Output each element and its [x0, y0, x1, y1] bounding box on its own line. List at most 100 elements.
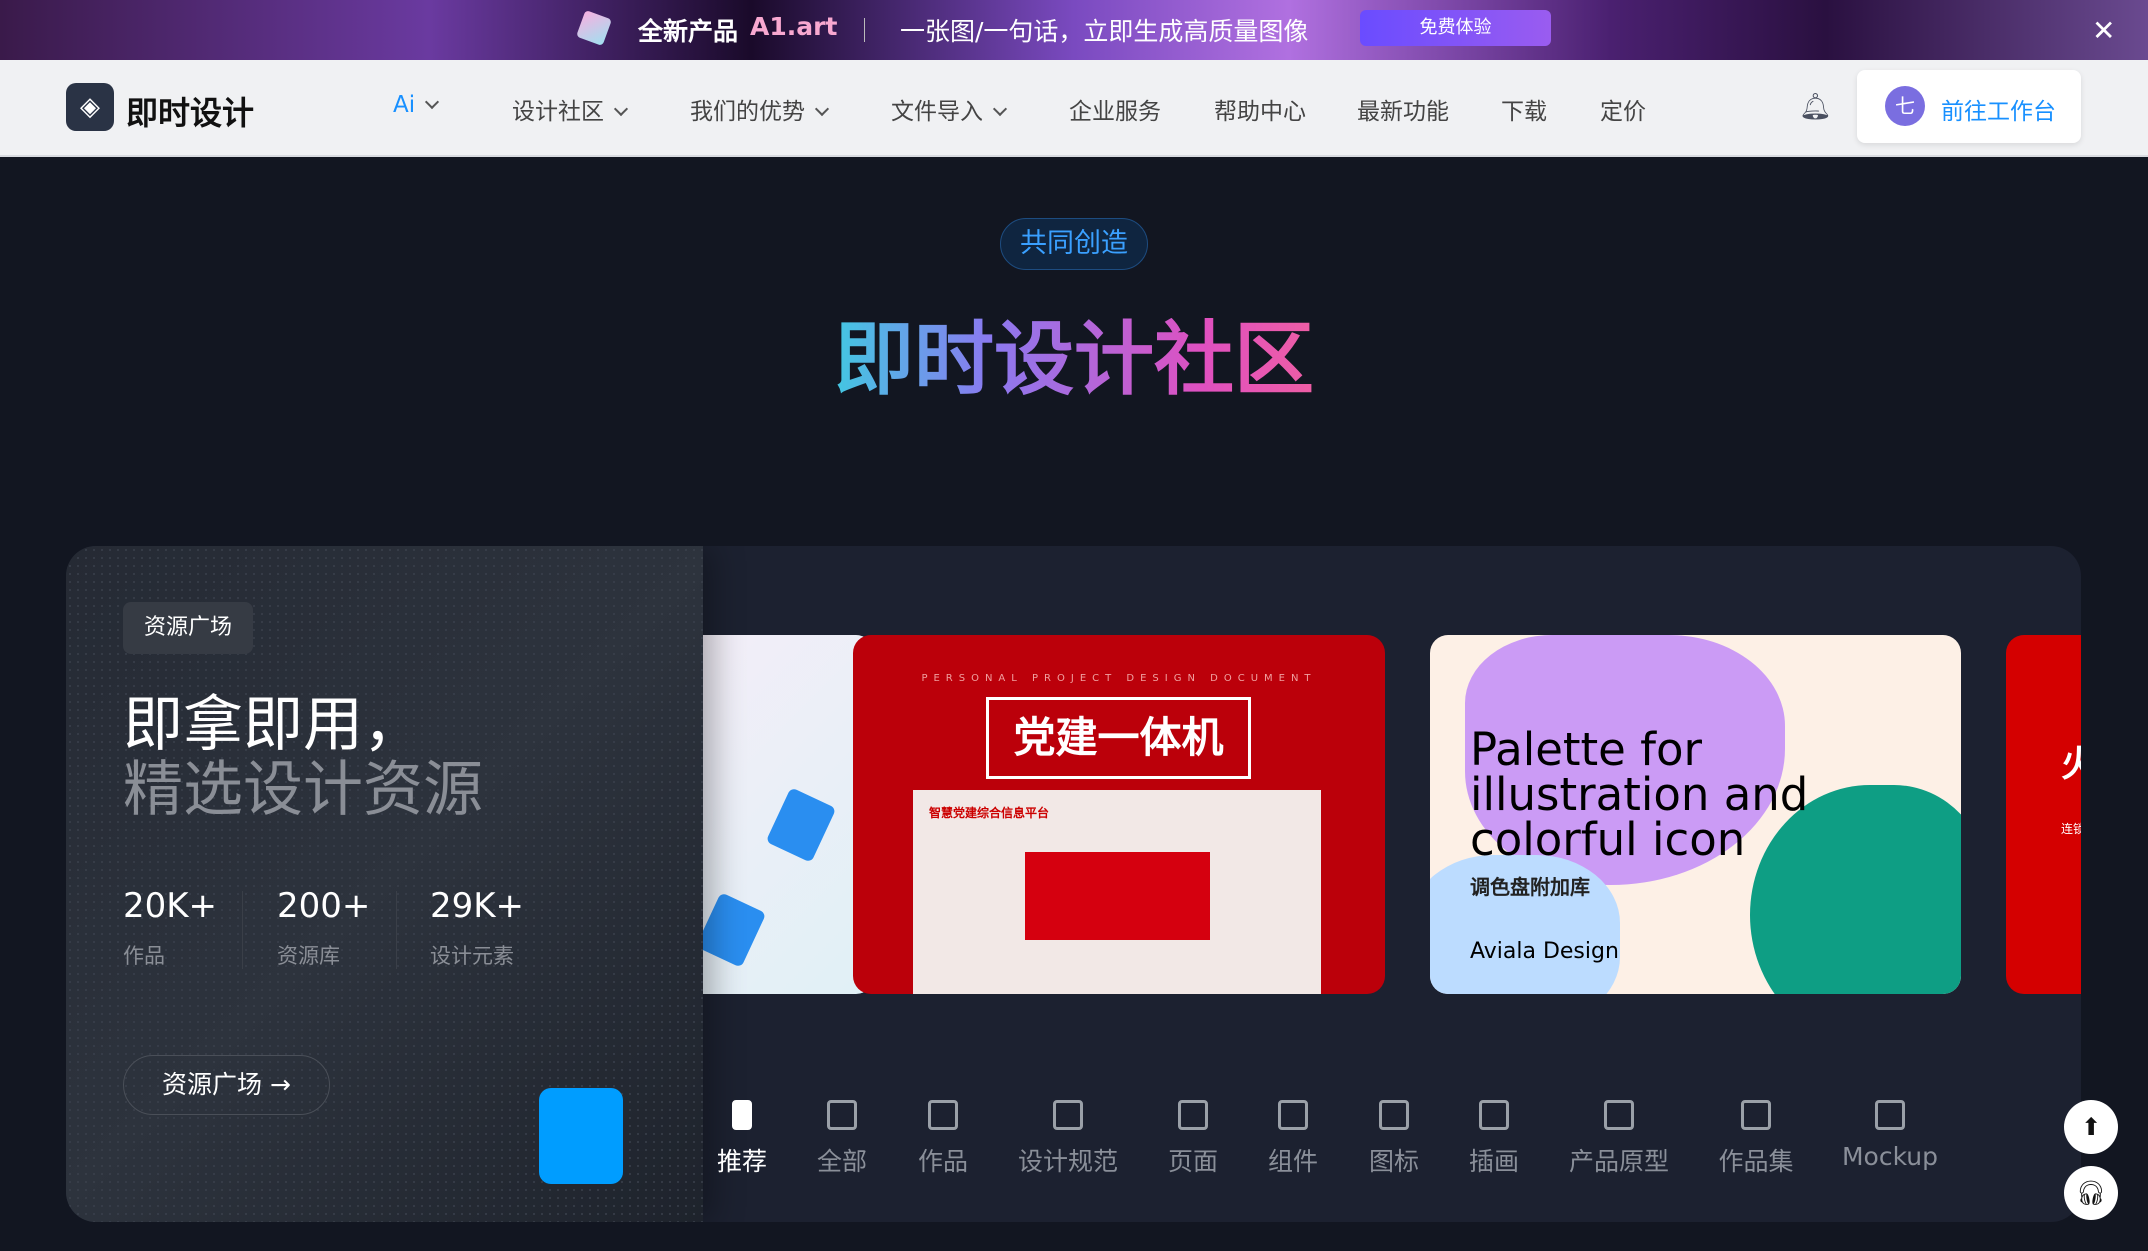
tab-10[interactable]: Mockup — [1835, 1100, 1945, 1171]
card-palette[interactable]: Palette for illustration and colorful ic… — [1430, 635, 1961, 994]
promo-slogan: 一张图/一句话，立即生成高质量图像 — [900, 17, 1309, 46]
page-icon — [1178, 1100, 1208, 1130]
gem-icon — [576, 10, 612, 46]
stat-value: 20K+ — [123, 886, 218, 926]
preview-title: 智慧党建综合信息平台 — [929, 806, 1050, 820]
tab-label: 设计规范 — [1017, 1147, 1118, 1176]
tab-7[interactable]: 插画 — [1439, 1100, 1549, 1178]
tab-3[interactable]: 设计规范 — [1013, 1100, 1123, 1178]
toggle-icon — [1278, 1100, 1308, 1130]
logo-icon[interactable]: ◈ — [66, 83, 114, 131]
nav-help[interactable]: 帮助中心 — [1214, 92, 1306, 126]
chevron-down-icon — [814, 101, 830, 117]
top-nav: ◈ 即时设计 Ai 设计社区 我们的优势 文件导入 企业服务 帮助中心 最新功能… — [0, 60, 2148, 157]
tab-2[interactable]: 作品 — [888, 1100, 998, 1178]
avatar: 七 — [1885, 86, 1925, 126]
stat-elements: 29K+ 设计元素 — [430, 886, 524, 970]
tab-0[interactable]: 推荐 — [687, 1100, 797, 1178]
support-button[interactable]: 🎧︎ — [2064, 1166, 2118, 1220]
card-title: Palette for illustration and colorful ic… — [1470, 723, 1809, 866]
tab-label: 图标 — [1368, 1147, 1419, 1176]
preview-banner — [1025, 852, 1210, 940]
tab-label: 插画 — [1468, 1147, 1519, 1176]
tab-label: 组件 — [1267, 1147, 1318, 1176]
card-preview: 智慧党建综合信息平台 — [913, 790, 1321, 994]
card-text: 连锁 — [2061, 822, 2081, 836]
headline-2: 精选设计资源 — [123, 755, 483, 825]
brand-name[interactable]: 即时设计 — [126, 88, 254, 134]
card-party-building[interactable]: PERSONAL PROJECT DESIGN DOCUMENT 党建一体机 智… — [853, 635, 1385, 994]
cube-icon — [1053, 1100, 1083, 1130]
promo-banner: 全新产品 A1.art 一张图/一句话，立即生成高质量图像 免费体验 ✕ — [0, 0, 2148, 60]
stat-works: 20K+ 作品 — [123, 886, 217, 970]
free-trial-button[interactable]: 免费体验 — [1360, 10, 1551, 46]
tab-label: 推荐 — [716, 1147, 767, 1176]
blue-block — [539, 1088, 623, 1184]
card-title: 党建一体机 — [986, 697, 1251, 779]
feather-icon — [1479, 1100, 1509, 1130]
divider — [396, 891, 397, 969]
chevron-down-icon — [613, 101, 629, 117]
page-title: 即时设计社区 — [0, 295, 2148, 411]
resource-plaza-button[interactable]: 资源广场 → — [123, 1055, 330, 1115]
monitor-icon — [1875, 1100, 1905, 1130]
arrow-up-icon: ⬆ — [2080, 1113, 2102, 1141]
nav-pricing[interactable]: 定价 — [1600, 92, 1646, 126]
stat-value: 200+ — [277, 886, 371, 926]
close-icon[interactable]: ✕ — [2092, 14, 2115, 47]
chevron-down-icon — [425, 94, 440, 110]
device-icon — [928, 1100, 958, 1130]
nav-file-import[interactable]: 文件导入 — [891, 92, 1008, 126]
tab-9[interactable]: 作品集 — [1701, 1100, 1811, 1178]
promo-product[interactable]: A1.art — [750, 12, 837, 41]
tab-label: Mockup — [1841, 1142, 1939, 1171]
nav-label: Ai — [393, 92, 416, 118]
nav-ai[interactable]: Ai — [393, 92, 440, 118]
nav-new-features[interactable]: 最新功能 — [1357, 92, 1449, 126]
file-icon — [695, 892, 767, 968]
tab-1[interactable]: 全部 — [787, 1100, 897, 1178]
tab-4[interactable]: 页面 — [1138, 1100, 1248, 1178]
workspace-button[interactable]: 七 前往工作台 — [1857, 70, 2081, 143]
promo-prefix: 全新产品 — [638, 17, 739, 46]
file-icon — [765, 787, 837, 863]
nav-enterprise[interactable]: 企业服务 — [1069, 92, 1161, 126]
workspace-label: 前往工作台 — [1941, 99, 2056, 125]
resource-panel: PERSONAL PROJECT DESIGN DOCUMENT 党建一体机 智… — [66, 546, 2081, 1222]
stat-label: 设计元素 — [430, 944, 514, 968]
divider — [242, 891, 243, 969]
tab-8[interactable]: 产品原型 — [1564, 1100, 1674, 1178]
card-subtitle: PERSONAL PROJECT DESIGN DOCUMENT — [921, 673, 1317, 684]
nav-download[interactable]: 下载 — [1501, 92, 1547, 126]
nav-design-community[interactable]: 设计社区 — [512, 92, 629, 126]
headset-icon: 🎧︎ — [2075, 1179, 2107, 1207]
grid-icon — [827, 1100, 857, 1130]
card-subtitle: 调色盘附加库 — [1470, 875, 1590, 899]
tab-label: 全部 — [816, 1147, 867, 1176]
tab-label: 作品 — [917, 1147, 968, 1176]
tab-label: 页面 — [1167, 1147, 1218, 1176]
back-to-top-button[interactable]: ⬆ — [2064, 1100, 2118, 1154]
stat-value: 29K+ — [430, 886, 525, 926]
star-icon — [1379, 1100, 1409, 1130]
bookmark-icon — [732, 1100, 752, 1130]
layout-icon — [1604, 1100, 1634, 1130]
card-red[interactable]: 火 连锁 — [2006, 635, 2081, 994]
resource-intro: 资源广场 即拿即用， 精选设计资源 20K+ 作品 200+ 资源库 29K+ 设计元… — [66, 546, 703, 1222]
hero-pill: 共同创造 — [1000, 218, 1148, 270]
briefcase-icon — [1741, 1100, 1771, 1130]
tab-6[interactable]: 图标 — [1339, 1100, 1449, 1178]
resource-tag: 资源广场 — [123, 602, 253, 654]
bell-icon[interactable]: 🔔︎ — [1799, 92, 1832, 122]
stat-label: 资源库 — [277, 944, 340, 968]
card-author: Aviala Design — [1470, 939, 1619, 964]
divider — [864, 18, 865, 42]
tab-label: 产品原型 — [1568, 1147, 1669, 1176]
nav-advantages[interactable]: 我们的优势 — [690, 92, 830, 126]
card-title: 火 — [2061, 744, 2081, 785]
tab-5[interactable]: 组件 — [1238, 1100, 1348, 1178]
stat-libraries: 200+ 资源库 — [277, 886, 370, 970]
chevron-down-icon — [992, 101, 1008, 117]
tab-label: 作品集 — [1718, 1147, 1794, 1176]
nav-label: 文件导入 — [891, 99, 983, 125]
